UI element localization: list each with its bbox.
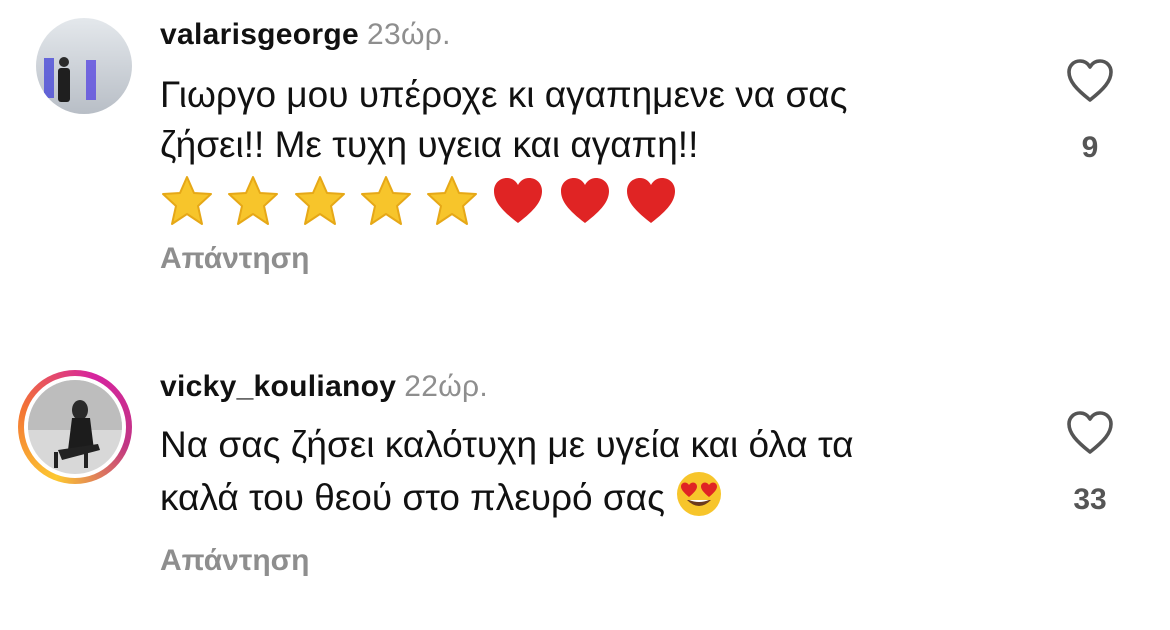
- star-emoji: [360, 176, 411, 226]
- red-heart-emoji: [560, 178, 609, 224]
- like-count: 9: [1081, 131, 1099, 164]
- comment-username[interactable]: valarisgeorge 23ώρ.: [160, 18, 451, 52]
- comment-text-line: καλά του θεού στο πλευρό σας: [160, 470, 1040, 523]
- comment-username[interactable]: vicky_koulianoy 22ώρ.: [160, 370, 488, 404]
- username-text[interactable]: vicky_koulianoy: [160, 370, 396, 403]
- red-heart-emoji: [626, 178, 675, 224]
- reply-button[interactable]: Απάντηση: [160, 544, 310, 578]
- star-emoji: [228, 176, 279, 226]
- star-emoji: [427, 176, 478, 226]
- avatar[interactable]: [28, 380, 122, 474]
- comment-text-fragment: καλά του θεού στο πλευρό σας: [160, 477, 665, 518]
- red-heart-emoji: [494, 178, 543, 224]
- like-control: 9: [1040, 58, 1140, 165]
- comment-text-line: Να σας ζήσει καλότυχη με υγεία και όλα τ…: [160, 424, 854, 465]
- star-emoji: [294, 176, 345, 226]
- comment-text: Να σας ζήσει καλότυχη με υγεία και όλα τ…: [160, 420, 1040, 523]
- reply-button[interactable]: Απάντηση: [160, 242, 310, 276]
- avatar[interactable]: [36, 18, 132, 114]
- username-text[interactable]: valarisgeorge: [160, 18, 359, 51]
- heart-eyes-emoji: [676, 472, 721, 516]
- emoji-row: [160, 174, 1040, 230]
- comment-text: Γιωργο μου υπέροχε κι αγαπημενε να σας ζ…: [160, 70, 1040, 230]
- comment-text-line: ζήσει!! Με τυχη υγεια και αγαπη!!: [160, 124, 699, 165]
- heart-outline-icon[interactable]: [1065, 410, 1115, 456]
- story-ring[interactable]: [18, 370, 132, 484]
- comment-timestamp: 22ώρ.: [404, 370, 488, 403]
- comment-text-line: Γιωργο μου υπέροχε κι αγαπημενε να σας: [160, 74, 848, 115]
- comment-timestamp: 23ώρ.: [367, 18, 451, 51]
- like-control: 33: [1040, 410, 1140, 517]
- star-emoji: [162, 176, 212, 226]
- heart-outline-icon[interactable]: [1065, 58, 1115, 104]
- like-count: 33: [1073, 483, 1107, 516]
